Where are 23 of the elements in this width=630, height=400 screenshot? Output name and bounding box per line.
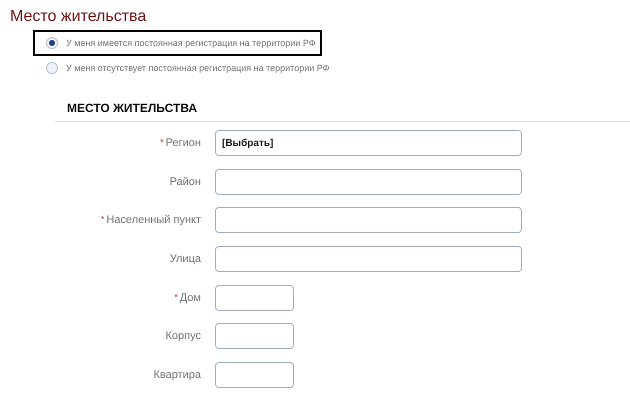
section-title: Место жительства <box>10 7 148 27</box>
input-field[interactable] <box>215 246 522 272</box>
required-mark: * <box>174 292 178 302</box>
input-field[interactable] <box>215 168 522 195</box>
field-label: Регион <box>166 137 201 149</box>
field-label: Квартира <box>153 369 201 382</box>
field-label: Населенный пункт <box>106 214 201 226</box>
required-mark: * <box>160 137 164 147</box>
field-label: Район <box>170 176 201 188</box>
field-label: Дом <box>180 292 201 304</box>
required-mark: * <box>100 214 104 224</box>
option-label: У меня отсутствует постоянная регистрация на территории РФ <box>66 62 330 72</box>
radio-button[interactable] <box>46 62 58 74</box>
input-field[interactable] <box>215 284 294 311</box>
field-label: Корпус <box>166 330 201 342</box>
input-field[interactable] <box>215 362 294 388</box>
option-label: У меня имеется постоянная регистрация на территории РФ <box>66 38 316 48</box>
section-heading: МЕСТО ЖИТЕЛЬСТВА <box>55 101 630 122</box>
radio-button[interactable] <box>46 37 58 49</box>
input-field[interactable]: [Выбрать] <box>215 130 522 156</box>
input-field[interactable] <box>215 207 522 234</box>
field-label: Улица <box>170 253 201 266</box>
input-field[interactable] <box>215 323 294 350</box>
